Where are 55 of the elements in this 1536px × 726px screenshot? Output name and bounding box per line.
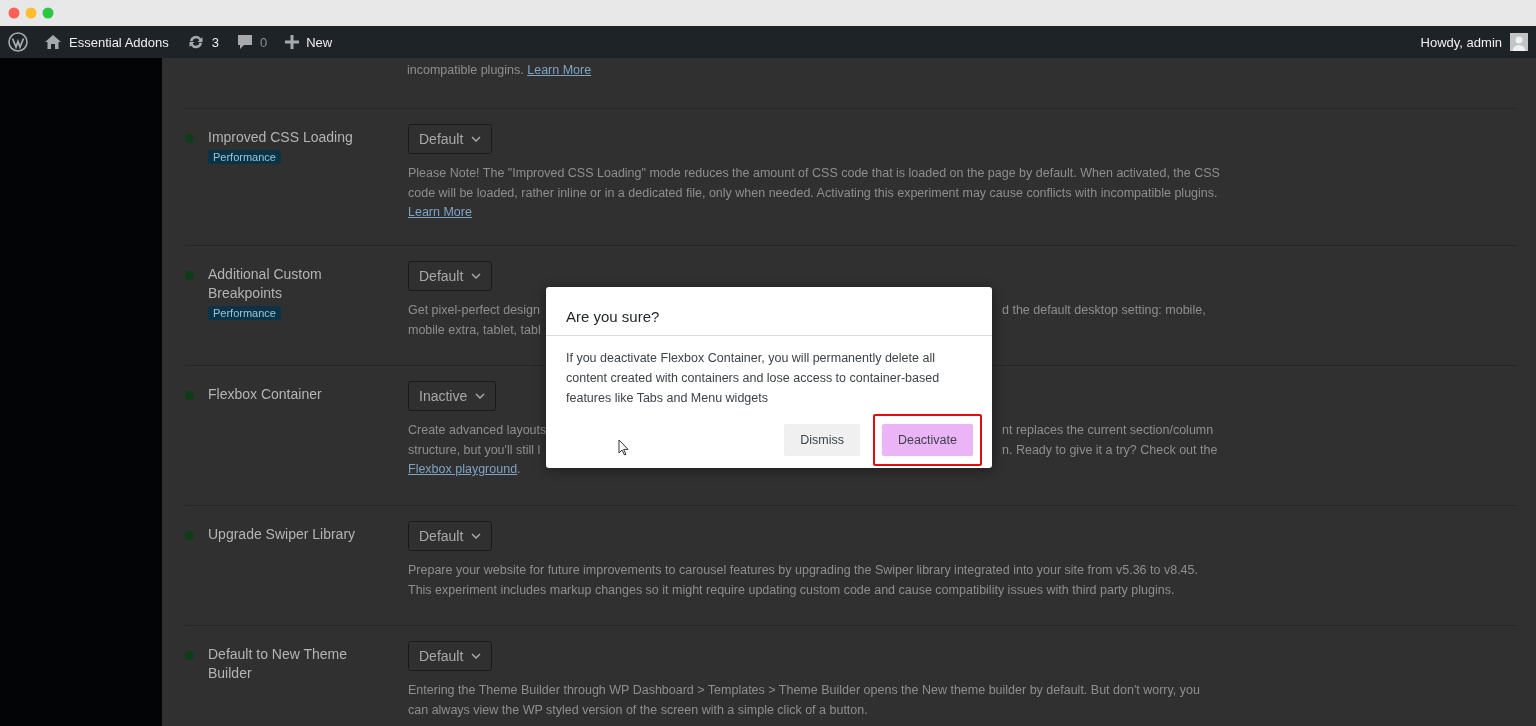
state-select[interactable]: Default: [408, 124, 493, 154]
experiment-tag: Performance: [208, 150, 281, 164]
state-select[interactable]: Inactive: [408, 381, 497, 411]
mouse-cursor-icon: [618, 438, 629, 456]
description-text: This experiment includes markup changes so it might require updating custom code and cause compatibility issues with third party plugins.: [408, 581, 1175, 599]
status-dot-icon: [185, 271, 194, 280]
description-text: Flexbox playground.: [408, 461, 521, 478]
updates-menu-item[interactable]: 3: [186, 34, 219, 50]
description-text: Please Note! The "Improved CSS Loading" mode reduces the amount of CSS code that is loaded on the page by default. When activated, the CSS: [408, 165, 1220, 182]
comment-icon: [236, 34, 253, 50]
description-text: can always view the WP styled version of the screen with a simple click of a button.: [408, 701, 868, 719]
description-text: nt replaces the current section/column: [1002, 422, 1214, 439]
description-text: structure, but you'll still l: [408, 441, 541, 459]
chevron-down-icon: [471, 136, 482, 142]
home-icon: [44, 34, 62, 50]
new-menu-item[interactable]: New: [285, 34, 333, 50]
description-text: Prepare your website for future improvements to carousel features by upgrading the Swiper library integrated into your site from v5.36 to v8.45.: [408, 562, 1198, 579]
status-dot-icon: [185, 134, 194, 143]
avatar-icon[interactable]: [1510, 33, 1528, 51]
comments-menu-item[interactable]: 0: [236, 34, 268, 50]
description-text: code will be loaded, rather inline or in a dedicated file, only when needed. Activating this experiment may cause conflicts with incompatible plugins.: [408, 184, 1218, 202]
experiment-name: Improved CSS Loading: [208, 128, 354, 147]
account-menu[interactable]: Howdy, admin: [1420, 34, 1502, 50]
description-text: n. Ready to give it a try? Check out the: [1002, 441, 1218, 459]
site-menu-item[interactable]: Essential Addons: [44, 34, 169, 50]
experiment-name: Additional Custom Breakpoints: [208, 265, 323, 303]
description-text: mobile extra, tablet, tabl: [408, 321, 541, 339]
description-text: Create advanced layouts: [408, 422, 547, 439]
description-text: Get pixel-perfect design: [408, 302, 540, 319]
chevron-down-icon: [475, 393, 486, 399]
description-text: d the default desktop setting: mobile,: [1002, 302, 1206, 319]
state-select[interactable]: Default: [408, 261, 493, 291]
experiment-name: Default to New Theme Builder: [208, 645, 349, 683]
deactivate-button[interactable]: Deactivate: [881, 424, 973, 456]
status-dot-icon: [185, 391, 194, 400]
dismiss-button[interactable]: Dismiss: [784, 424, 860, 456]
state-select[interactable]: Default: [408, 641, 493, 671]
learn-more-link[interactable]: Learn More: [408, 203, 472, 223]
chevron-down-icon: [471, 273, 482, 279]
chevron-down-icon: [471, 653, 482, 659]
state-select[interactable]: Default: [408, 521, 493, 551]
description-text: incompatible plugins.: [407, 63, 524, 77]
experiment-name: Upgrade Swiper Library: [208, 525, 357, 544]
experiment-name: Flexbox Container: [208, 385, 323, 404]
status-dot-icon: [185, 531, 194, 540]
description-text: Entering the Theme Builder through WP Dashboard > Templates > Theme Builder opens the New theme builder by default. But don't worry, you: [408, 682, 1200, 699]
status-dot-icon: [185, 651, 194, 660]
window-controls-icon[interactable]: [8, 7, 54, 19]
dialog-title: Are you sure?: [546, 287, 992, 336]
plus-icon: [285, 35, 300, 49]
dialog-message: If you deactivate Flexbox Container, you will permanently delete all content created with containers and lose access to container-based features like Tabs and Menu widgets: [566, 350, 941, 407]
experiment-tag: Performance: [208, 306, 281, 320]
chevron-down-icon: [471, 533, 482, 539]
wordpress-logo-icon[interactable]: [8, 32, 28, 52]
learn-more-link[interactable]: Learn More: [527, 63, 592, 77]
